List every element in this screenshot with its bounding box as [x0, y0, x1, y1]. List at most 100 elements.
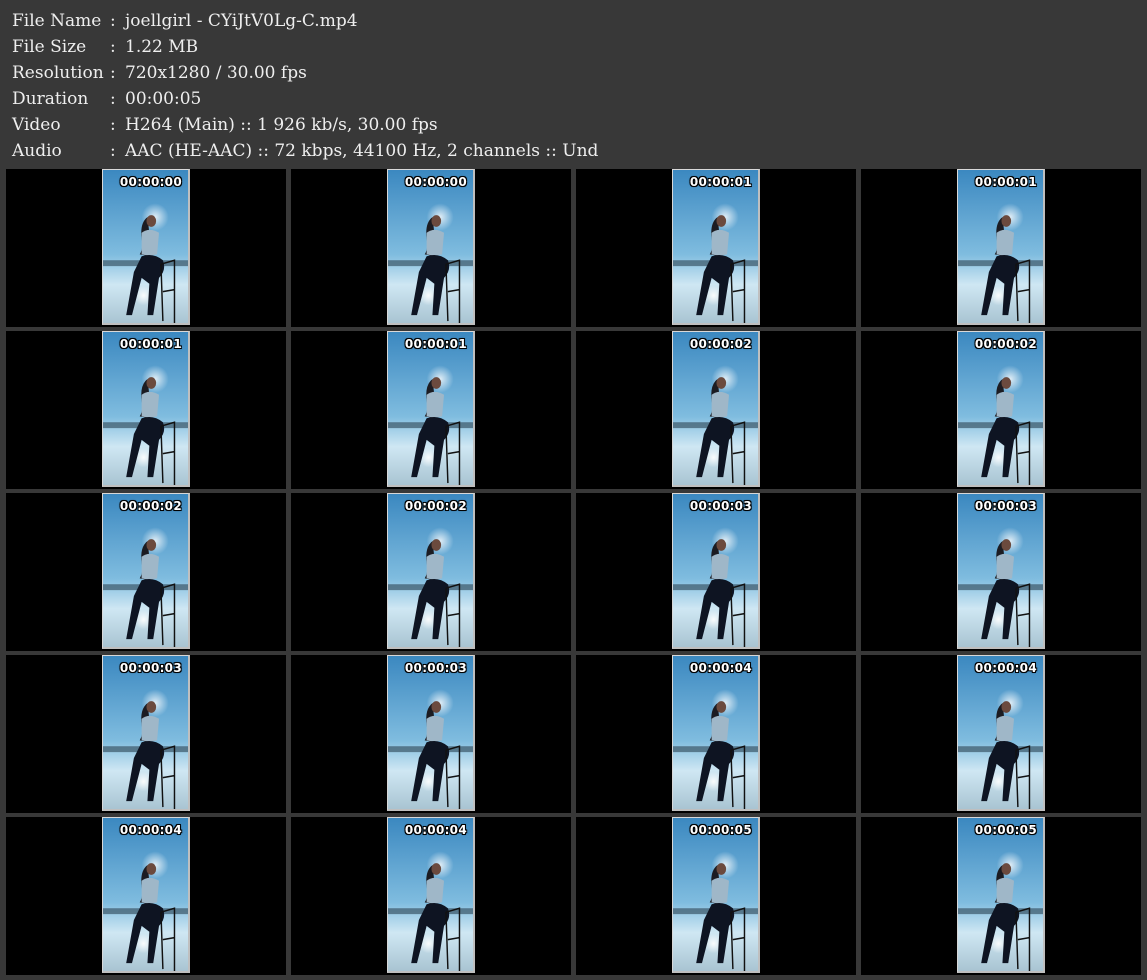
- thumbnail-cell: 00:00:04: [291, 817, 571, 975]
- file-name-label: File Name: [12, 11, 102, 31]
- thumbnail-timestamp: 00:00:03: [404, 661, 467, 675]
- video-row: Video : H264 (Main) :: 1 926 kb/s, 30.00…: [12, 112, 1132, 138]
- thumbnail-cell: 00:00:03: [861, 493, 1141, 651]
- video-value: H264 (Main) :: 1 926 kb/s, 30.00 fps: [125, 115, 438, 135]
- thumbnail-grid: 00:00:00 00:00:00 00:00:01 00:00:01 00:00:01…: [6, 169, 1141, 977]
- thumbnail-timestamp: 00:00:02: [974, 337, 1037, 351]
- thumbnail-frame: 00:00:03: [957, 493, 1045, 649]
- thumbnail-timestamp: 00:00:04: [689, 661, 752, 675]
- thumbnail-cell: 00:00:00: [291, 169, 571, 327]
- thumbnail-timestamp: 00:00:00: [119, 175, 182, 189]
- video-frame-image: [388, 170, 473, 323]
- resolution-row: Resolution : 720x1280 / 30.00 fps: [12, 60, 1132, 86]
- audio-row: Audio : AAC (HE-AAC) :: 72 kbps, 44100 H…: [12, 138, 1132, 164]
- thumbnail-timestamp: 00:00:02: [689, 337, 752, 351]
- thumbnail-cell: 00:00:02: [861, 331, 1141, 489]
- thumbnail-cell: 00:00:01: [576, 169, 856, 327]
- video-frame-image: [958, 170, 1043, 323]
- thumbnail-frame: 00:00:02: [387, 493, 475, 649]
- duration-value: 00:00:05: [125, 89, 202, 109]
- thumbnail-cell: 00:00:03: [291, 655, 571, 813]
- thumbnail-frame: 00:00:02: [102, 493, 190, 649]
- video-frame-image: [388, 332, 473, 485]
- video-frame-image: [958, 656, 1043, 809]
- file-size-value: 1.22 MB: [125, 37, 199, 57]
- file-size-label: File Size: [12, 37, 87, 57]
- thumbnail-timestamp: 00:00:03: [689, 499, 752, 513]
- file-size-row: File Size : 1.22 MB: [12, 34, 1132, 60]
- separator: :: [110, 89, 116, 109]
- thumbnail-frame: 00:00:02: [957, 331, 1045, 487]
- thumbnail-frame: 00:00:04: [102, 817, 190, 973]
- thumbnail-frame: 00:00:04: [672, 655, 760, 811]
- thumbnail-frame: 00:00:05: [672, 817, 760, 973]
- thumbnail-timestamp: 00:00:01: [404, 337, 467, 351]
- thumbnail-timestamp: 00:00:01: [119, 337, 182, 351]
- thumbnail-timestamp: 00:00:00: [404, 175, 467, 189]
- thumbnail-timestamp: 00:00:02: [404, 499, 467, 513]
- thumbnail-frame: 00:00:03: [672, 493, 760, 649]
- video-frame-image: [388, 656, 473, 809]
- thumbnail-frame: 00:00:01: [387, 331, 475, 487]
- thumbnail-frame: 00:00:01: [102, 331, 190, 487]
- thumbnail-frame: 00:00:03: [102, 655, 190, 811]
- thumbnail-cell: 00:00:04: [6, 817, 286, 975]
- audio-value: AAC (HE-AAC) :: 72 kbps, 44100 Hz, 2 cha…: [125, 141, 599, 161]
- thumbnail-timestamp: 00:00:05: [689, 823, 752, 837]
- resolution-value: 720x1280 / 30.00 fps: [125, 63, 307, 83]
- video-frame-image: [103, 656, 188, 809]
- thumbnail-timestamp: 00:00:04: [404, 823, 467, 837]
- thumbnail-timestamp: 00:00:01: [689, 175, 752, 189]
- thumbnail-cell: 00:00:03: [6, 655, 286, 813]
- thumbnail-timestamp: 00:00:05: [974, 823, 1037, 837]
- duration-label: Duration: [12, 89, 89, 109]
- video-frame-image: [673, 656, 758, 809]
- file-name-row: File Name : joellgirl - CYiJtV0Lg-C.mp4: [12, 8, 1132, 34]
- separator: :: [110, 141, 116, 161]
- thumbnail-cell: 00:00:05: [861, 817, 1141, 975]
- video-label: Video: [12, 115, 61, 135]
- video-frame-image: [388, 494, 473, 647]
- resolution-label: Resolution: [12, 63, 104, 83]
- video-frame-image: [673, 170, 758, 323]
- thumbnail-cell: 00:00:05: [576, 817, 856, 975]
- thumbnail-cell: 00:00:01: [861, 169, 1141, 327]
- separator: :: [110, 115, 116, 135]
- thumbnail-timestamp: 00:00:01: [974, 175, 1037, 189]
- thumbnail-timestamp: 00:00:02: [119, 499, 182, 513]
- thumbnail-cell: 00:00:01: [291, 331, 571, 489]
- thumbnail-frame: 00:00:04: [387, 817, 475, 973]
- separator: :: [110, 63, 116, 83]
- thumbnail-frame: 00:00:04: [957, 655, 1045, 811]
- thumbnail-cell: 00:00:02: [291, 493, 571, 651]
- video-frame-image: [958, 818, 1043, 971]
- separator: :: [110, 11, 116, 31]
- video-frame-image: [103, 332, 188, 485]
- video-frame-image: [958, 332, 1043, 485]
- thumbnail-timestamp: 00:00:03: [974, 499, 1037, 513]
- thumbnail-frame: 00:00:00: [102, 169, 190, 325]
- thumbnail-timestamp: 00:00:04: [119, 823, 182, 837]
- video-frame-image: [103, 818, 188, 971]
- contact-sheet: File Name : joellgirl - CYiJtV0Lg-C.mp4 …: [0, 0, 1147, 980]
- thumbnail-cell: 00:00:04: [576, 655, 856, 813]
- duration-row: Duration : 00:00:05: [12, 86, 1132, 112]
- separator: :: [110, 37, 116, 57]
- thumbnail-cell: 00:00:01: [6, 331, 286, 489]
- thumbnail-cell: 00:00:04: [861, 655, 1141, 813]
- file-info-panel: File Name : joellgirl - CYiJtV0Lg-C.mp4 …: [12, 8, 1132, 164]
- thumbnail-frame: 00:00:05: [957, 817, 1045, 973]
- file-name-value: joellgirl - CYiJtV0Lg-C.mp4: [125, 11, 358, 31]
- video-frame-image: [103, 170, 188, 323]
- video-frame-image: [958, 494, 1043, 647]
- thumbnail-frame: 00:00:02: [672, 331, 760, 487]
- thumbnail-timestamp: 00:00:04: [974, 661, 1037, 675]
- thumbnail-frame: 00:00:00: [387, 169, 475, 325]
- thumbnail-cell: 00:00:02: [6, 493, 286, 651]
- thumbnail-cell: 00:00:00: [6, 169, 286, 327]
- thumbnail-cell: 00:00:03: [576, 493, 856, 651]
- thumbnail-frame: 00:00:01: [672, 169, 760, 325]
- video-frame-image: [673, 494, 758, 647]
- video-frame-image: [103, 494, 188, 647]
- thumbnail-cell: 00:00:02: [576, 331, 856, 489]
